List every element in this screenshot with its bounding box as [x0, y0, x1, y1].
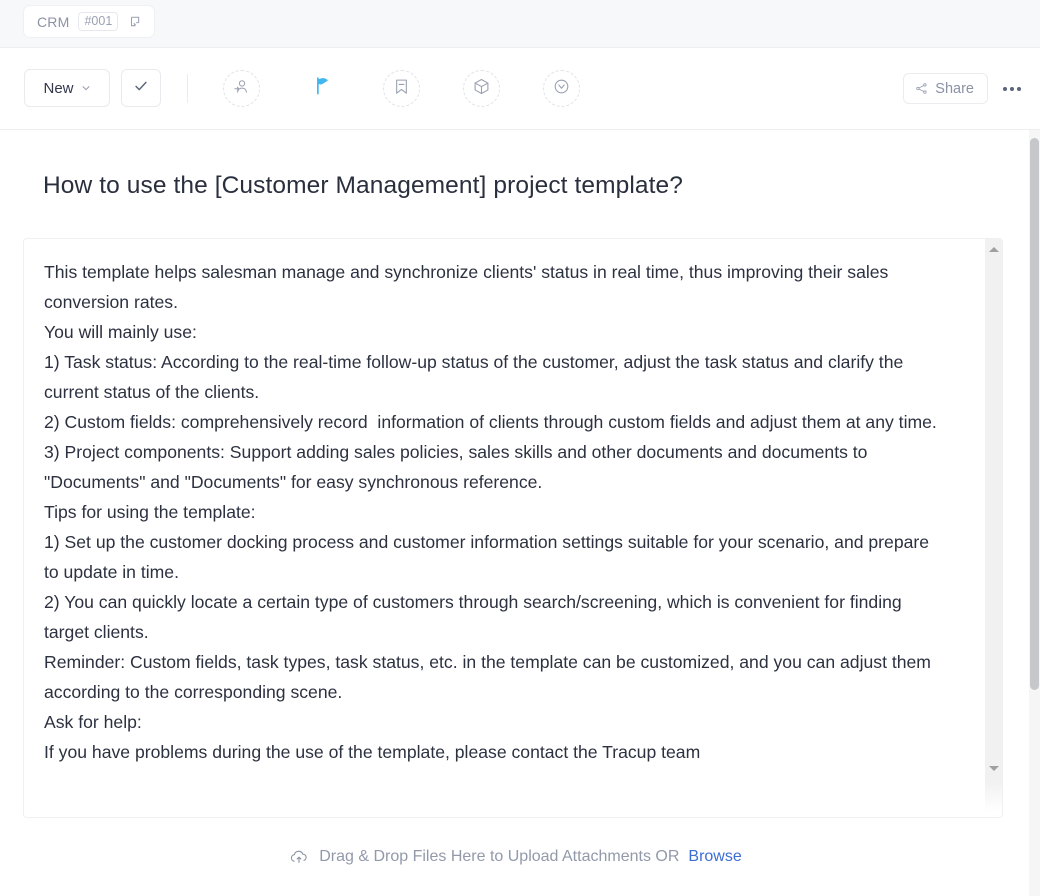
share-button[interactable]: Share: [903, 73, 988, 104]
assign-user-icon-button[interactable]: [223, 70, 260, 107]
attachment-upload-area[interactable]: Drag & Drop Files Here to Upload Attachm…: [0, 818, 1030, 896]
cube-icon: [472, 77, 491, 101]
tab-id-badge: #001: [78, 12, 118, 31]
description-box[interactable]: This template helps salesman manage and …: [23, 238, 1003, 818]
tab-title: CRM: [37, 14, 69, 30]
check-icon: [132, 77, 150, 100]
browse-link[interactable]: Browse: [688, 848, 741, 866]
cube-icon-button[interactable]: [463, 70, 500, 107]
open-in-new-icon[interactable]: [127, 14, 143, 30]
bookmark-minus-icon-button[interactable]: [383, 70, 420, 107]
chevron-down-icon: [81, 83, 91, 93]
description-text[interactable]: This template helps salesman manage and …: [44, 257, 944, 767]
toolbar-divider: [187, 74, 188, 103]
page-title: How to use the [Customer Management] pro…: [43, 172, 683, 200]
upload-instruction-text: Drag & Drop Files Here to Upload Attachm…: [319, 848, 679, 866]
toolbar: New: [0, 48, 1040, 130]
assign-user-icon: [232, 77, 251, 101]
scroll-down-arrow[interactable]: [985, 760, 1002, 777]
tab-bar: CRM #001: [0, 0, 1040, 48]
flag-icon: [311, 75, 333, 102]
description-scrollbar[interactable]: [985, 239, 1002, 817]
more-dot: [1017, 87, 1021, 91]
more-horizontal-icon[interactable]: [998, 75, 1026, 103]
page-scrollbar-thumb[interactable]: [1030, 138, 1039, 690]
cloud-upload-icon: [288, 846, 310, 868]
more-dot: [1010, 87, 1014, 91]
page-scrollbar[interactable]: [1029, 130, 1040, 896]
tab-crm[interactable]: CRM #001: [23, 5, 155, 38]
share-icon: [915, 82, 928, 95]
flag-icon-button[interactable]: [303, 70, 340, 107]
new-status-label: New: [43, 80, 73, 97]
mark-complete-button[interactable]: [121, 69, 161, 107]
triangle-down-icon: [989, 766, 999, 771]
circle-chevron-down-icon: [552, 77, 571, 101]
more-dot: [1003, 87, 1007, 91]
app-window: CRM #001 New: [0, 0, 1040, 896]
text-fade-overlay: [24, 781, 1002, 817]
bookmark-minus-icon: [392, 77, 411, 101]
new-status-button[interactable]: New: [24, 69, 110, 107]
content-area: How to use the [Customer Management] pro…: [0, 130, 1030, 896]
circle-chevron-down-icon-button[interactable]: [543, 70, 580, 107]
scroll-up-arrow[interactable]: [985, 241, 1002, 258]
share-label: Share: [935, 81, 974, 97]
triangle-up-icon: [989, 247, 999, 252]
